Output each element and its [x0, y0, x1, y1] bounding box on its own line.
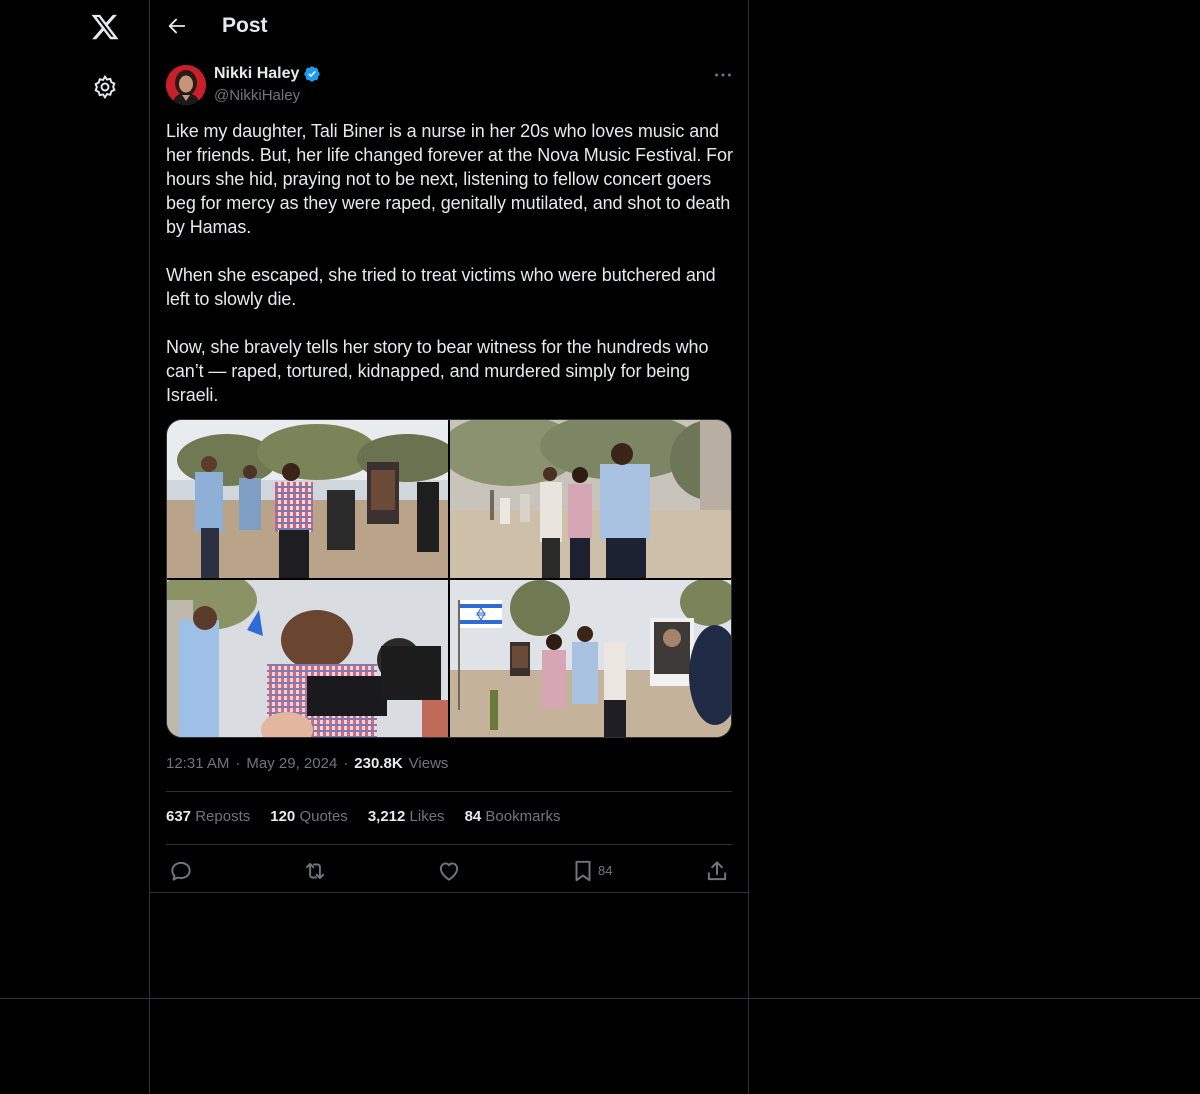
- author-name-row[interactable]: Nikki Haley: [214, 65, 321, 83]
- action-bar: 84: [166, 856, 732, 884]
- verified-badge-icon: [304, 66, 321, 82]
- quotes-count: 120: [270, 808, 296, 825]
- divider: [150, 892, 748, 893]
- divider: [166, 791, 732, 792]
- post-date[interactable]: May 29, 2024: [246, 755, 337, 772]
- author-handle[interactable]: @NikkiHaley: [214, 87, 300, 104]
- gear-icon[interactable]: [92, 74, 118, 100]
- back-arrow-icon[interactable]: [166, 15, 188, 37]
- post-meta: 12:31 AM · May 29, 2024 · 230.8K Views: [166, 755, 448, 772]
- left-rail: [0, 0, 150, 1094]
- heart-icon[interactable]: [436, 858, 462, 884]
- main-column: Post Nikki Haley @NikkiHaley Like my dau…: [150, 0, 749, 1094]
- author-name[interactable]: Nikki Haley: [214, 65, 299, 83]
- page-title: Post: [222, 14, 268, 37]
- repost-icon[interactable]: [302, 858, 328, 884]
- post-photo-3[interactable]: [167, 580, 448, 737]
- bookmarks-count: 84: [464, 808, 482, 825]
- bookmark-count: 84: [598, 863, 613, 878]
- post-photo-4[interactable]: [450, 580, 731, 737]
- reposts-stat[interactable]: 637 Reposts: [166, 808, 250, 825]
- quotes-stat[interactable]: 120 Quotes: [270, 808, 348, 825]
- media-grid: [166, 419, 732, 738]
- engagement-stats: 637 Reposts 120 Quotes 3,212 Likes 84 Bo…: [166, 808, 560, 825]
- likes-count: 3,212: [367, 808, 406, 825]
- bookmarks-label: Bookmarks: [485, 808, 561, 825]
- divider: [166, 844, 732, 845]
- separator: ·: [343, 755, 349, 772]
- share-icon[interactable]: [704, 858, 730, 884]
- reposts-label: Reposts: [195, 808, 251, 825]
- x-logo-icon[interactable]: [90, 12, 120, 42]
- bookmark-icon[interactable]: [570, 858, 596, 884]
- avatar[interactable]: [166, 65, 206, 105]
- views-count: 230.8K: [354, 755, 403, 772]
- divider: [0, 998, 1200, 999]
- post-photo-1[interactable]: [167, 420, 448, 578]
- post-text: Like my daughter, Tali Biner is a nurse …: [166, 121, 733, 405]
- likes-stat[interactable]: 3,212 Likes: [368, 808, 445, 825]
- likes-label: Likes: [409, 808, 445, 825]
- views-label: Views: [408, 755, 449, 772]
- post-photo-2[interactable]: [450, 420, 731, 578]
- top-bar: Post: [150, 0, 748, 54]
- reply-icon[interactable]: [168, 858, 194, 884]
- more-icon[interactable]: [712, 64, 734, 86]
- bookmarks-stat[interactable]: 84 Bookmarks: [465, 808, 561, 825]
- reposts-count: 637: [166, 808, 192, 825]
- post-time[interactable]: 12:31 AM: [166, 755, 229, 772]
- quotes-label: Quotes: [299, 808, 348, 825]
- avatar-image: [166, 65, 206, 105]
- separator: ·: [235, 755, 241, 772]
